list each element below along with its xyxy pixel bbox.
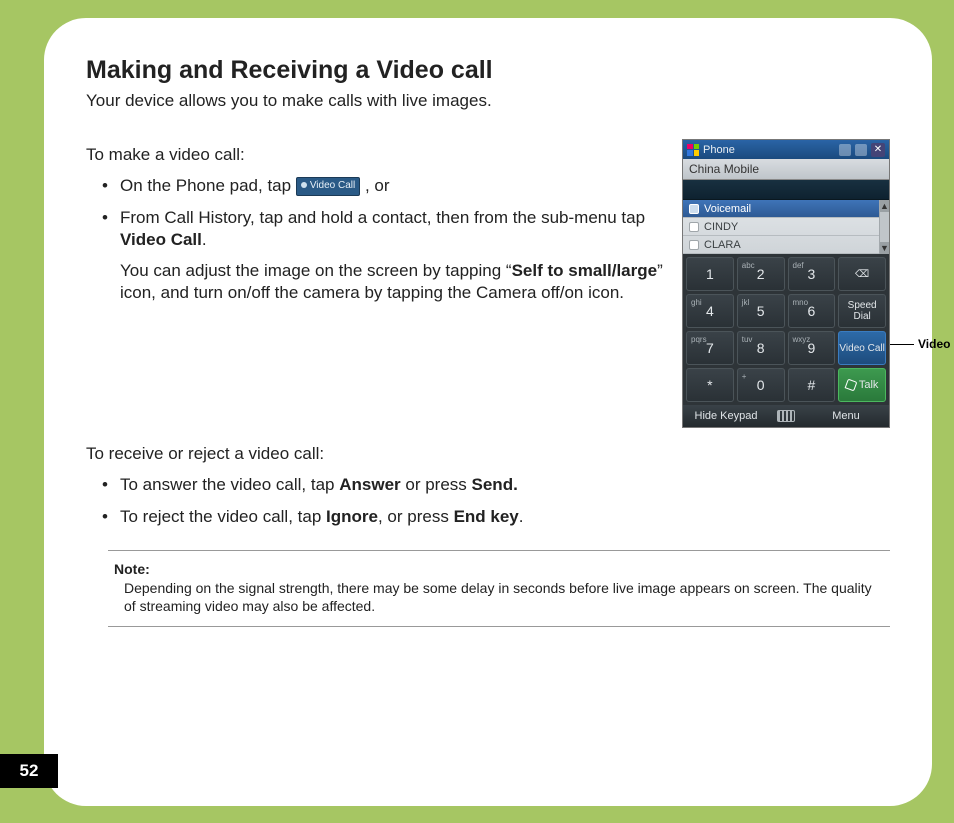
instructions-column: To make a video call: On the Phone pad, … <box>86 139 668 314</box>
key-4: ghi4 <box>686 294 734 328</box>
key-5: jkl5 <box>737 294 785 328</box>
number-display <box>683 180 889 200</box>
contact-name: CINDY <box>704 221 738 233</box>
text: You can adjust the image on the screen b… <box>120 261 512 280</box>
key-6: mno6 <box>788 294 836 328</box>
phone-keypad: 1 abc2 def3 ⌫ ghi4 jkl5 mno6 Speed Dial … <box>683 254 889 405</box>
key-0: +0 <box>737 368 785 402</box>
key-star: * <box>686 368 734 402</box>
bold-text: End key <box>454 507 519 526</box>
softkey-right: Menu <box>803 405 889 427</box>
carrier-bar: China Mobile <box>683 159 889 180</box>
key-8: tuv8 <box>737 331 785 365</box>
close-icon: ✕ <box>871 143 885 157</box>
make-call-list: On the Phone pad, tap Video Call , or Fr… <box>86 175 668 250</box>
receive-call-item-1: To answer the video call, tap Answer or … <box>120 474 890 496</box>
volume-icon <box>855 144 867 156</box>
page-number: 52 <box>0 754 58 788</box>
contact-icon <box>689 204 699 214</box>
note-body: Depending on the signal strength, there … <box>114 579 884 617</box>
bold-text: Video Call <box>120 230 202 249</box>
note-block: Note: Depending on the signal strength, … <box>108 550 890 628</box>
windows-start-icon <box>687 144 699 156</box>
text: , or press <box>378 507 454 526</box>
bold-text: Answer <box>339 475 400 494</box>
video-call-callout: Video call button <box>890 337 954 351</box>
contact-icon <box>689 240 699 250</box>
video-call-chip-icon: Video Call <box>296 177 360 196</box>
chip-label: Video Call <box>310 180 355 191</box>
callout-leader-line <box>890 344 914 345</box>
contact-list: Voicemail CINDY CLARA ▲▼ <box>683 200 889 254</box>
text: To answer the video call, tap <box>120 475 339 494</box>
phone-icon <box>844 379 857 392</box>
list-item: CINDY <box>683 218 889 236</box>
contact-icon <box>689 222 699 232</box>
key-talk: Talk <box>838 368 886 402</box>
text: From Call History, tap and hold a contac… <box>120 208 645 227</box>
text: To reject the video call, tap <box>120 507 326 526</box>
list-item: CLARA <box>683 236 889 254</box>
key-video-call: Video Call <box>838 331 886 365</box>
receive-call-list: To answer the video call, tap Answer or … <box>86 474 890 528</box>
receive-section: To receive or reject a video call: To an… <box>86 444 890 627</box>
contact-name: Voicemail <box>704 203 751 215</box>
phone-status-bar: Phone ✕ <box>683 140 889 159</box>
status-title: Phone <box>703 144 735 156</box>
bold-text: Ignore <box>326 507 378 526</box>
receive-call-item-2: To reject the video call, tap Ignore, or… <box>120 506 890 528</box>
list-item: Voicemail <box>683 200 889 218</box>
page-title: Making and Receiving a Video call <box>86 56 890 85</box>
key-7: pqrs7 <box>686 331 734 365</box>
key-hash: # <box>788 368 836 402</box>
signal-icon <box>839 144 851 156</box>
manual-page: Making and Receiving a Video call Your d… <box>44 18 932 806</box>
note-label: Note: <box>114 561 884 577</box>
make-call-lead: To make a video call: <box>86 145 668 165</box>
phone-softkey-bar: Hide Keypad Menu <box>683 405 889 427</box>
make-call-item-2: From Call History, tap and hold a contac… <box>120 207 668 251</box>
two-column-layout: To make a video call: On the Phone pad, … <box>86 139 890 428</box>
text: or press <box>401 475 472 494</box>
text: . <box>202 230 207 249</box>
key-backspace: ⌫ <box>838 257 886 291</box>
bold-text: Send. <box>472 475 518 494</box>
key-speed-dial: Speed Dial <box>838 294 886 328</box>
softkey-left: Hide Keypad <box>683 405 769 427</box>
key-2: abc2 <box>737 257 785 291</box>
phone-screenshot: Phone ✕ China Mobile Voicemail CINDY CLA… <box>682 139 890 428</box>
receive-call-lead: To receive or reject a video call: <box>86 444 890 464</box>
keyboard-icon <box>769 405 803 427</box>
contact-name: CLARA <box>704 239 741 251</box>
make-call-item-1: On the Phone pad, tap Video Call , or <box>120 175 668 197</box>
key-3: def3 <box>788 257 836 291</box>
make-call-subpara: You can adjust the image on the screen b… <box>86 260 668 304</box>
text: , or <box>365 176 390 195</box>
text: . <box>519 507 524 526</box>
key-9: wxyz9 <box>788 331 836 365</box>
intro-text: Your device allows you to make calls wit… <box>86 91 890 111</box>
bold-text: Self to small/large <box>512 261 658 280</box>
phone-frame: Phone ✕ China Mobile Voicemail CINDY CLA… <box>682 139 890 428</box>
text: On the Phone pad, tap <box>120 176 296 195</box>
scrollbar: ▲▼ <box>879 200 889 254</box>
callout-label: Video call button <box>918 337 954 351</box>
key-1: 1 <box>686 257 734 291</box>
